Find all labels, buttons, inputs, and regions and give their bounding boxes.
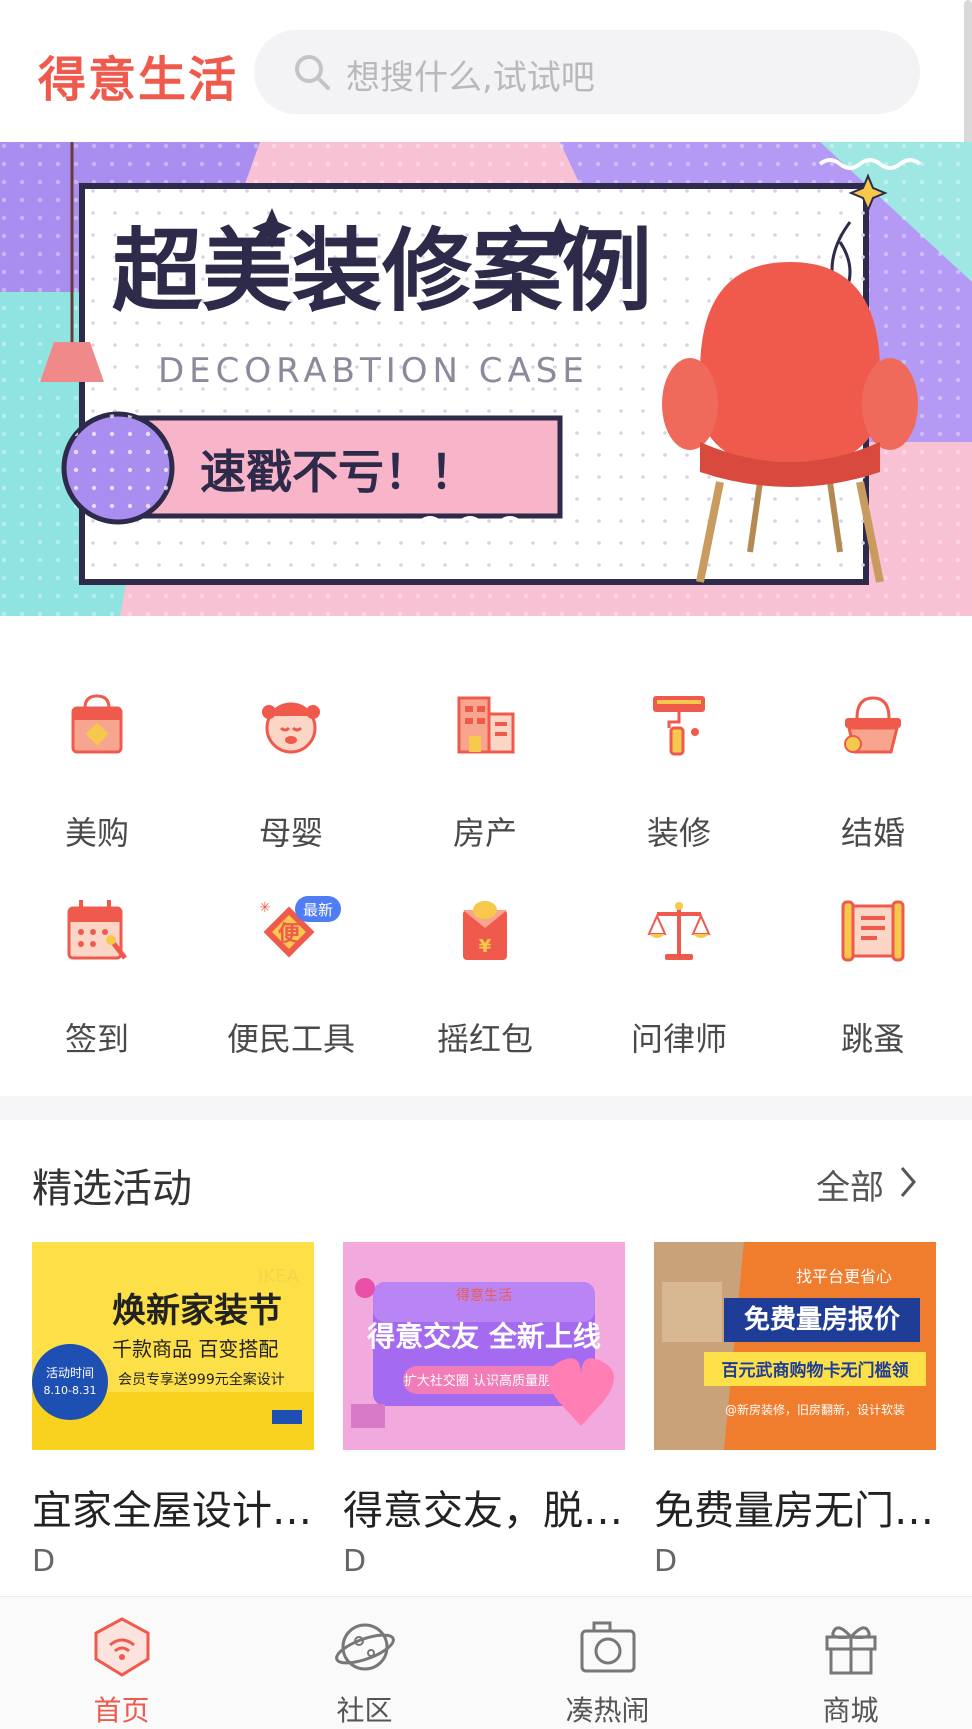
banner-subtitle: DECORABTION CASE	[158, 351, 589, 391]
activity-thumbnail: 活动时间 8.10-8.31 焕新家装节 千款商品 百变搭配 会员专享送999元…	[32, 1242, 314, 1450]
convenience-glyph: 便	[278, 922, 301, 947]
activity-title: 得意交友，脱…	[343, 1488, 623, 1534]
activity-sub: D	[654, 1544, 678, 1579]
tab-community[interactable]: 社区	[243, 1597, 486, 1729]
thumb-line2: 千款商品 百变搭配	[112, 1337, 278, 1361]
svg-text:8.10-8.31: 8.10-8.31	[44, 1384, 97, 1397]
envelope-glyph: ¥	[479, 936, 492, 957]
scales-icon	[647, 902, 711, 960]
category-yaohongbao[interactable]: ¥ 摇红包	[388, 866, 582, 1058]
tab-label: 首页	[93, 1694, 150, 1727]
app-logo[interactable]: 得意生活	[38, 40, 238, 110]
activity-sub: D	[32, 1544, 56, 1579]
category-label: 母婴	[258, 814, 323, 852]
search-placeholder: 想搜什么,试试吧	[346, 58, 595, 98]
activity-card[interactable]: 活动时间 8.10-8.31 焕新家装节 千款商品 百变搭配 会员专享送999元…	[32, 1242, 314, 1579]
thumb-line2: 百元武商购物卡无门槛领	[722, 1360, 909, 1381]
thumb-brand: IKEA	[258, 1266, 299, 1287]
banner-cta: 速戳不亏！！	[200, 445, 476, 499]
thumb-line2: 扩大社交圈 认识高质量朋友	[404, 1373, 564, 1389]
category-bianmin[interactable]: 便 最新 ✳ 便民工具	[194, 866, 388, 1058]
scroll-icon	[841, 900, 905, 962]
activity-thumbnail: 找平台更省心 免费量房报价 百元武商购物卡无门槛领 @新房装修，旧房翻新，设计软…	[654, 1242, 936, 1450]
activity-sub: D	[343, 1544, 367, 1579]
tab-mall[interactable]: 商城	[729, 1597, 972, 1729]
app-header: 得意生活 想搜什么,试试吧	[0, 0, 972, 140]
category-label: 装修	[646, 814, 711, 852]
search-bar[interactable]: 想搜什么,试试吧	[254, 30, 920, 114]
tab-buzz[interactable]: 凑热闹	[486, 1597, 729, 1729]
activity-thumbnail: 得意生活 得意交友 全新上线 扩大社交圈 认识高质量朋友	[343, 1242, 625, 1450]
bottom-tab-bar: 首页 社区 凑热闹 商城	[0, 1596, 972, 1729]
thumb-headline: 得意交友 全新上线	[366, 1320, 601, 1353]
category-label: 摇红包	[436, 1020, 533, 1058]
tab-label: 凑热闹	[565, 1694, 650, 1727]
category-label: 便民工具	[226, 1020, 355, 1058]
category-meigou[interactable]: 美购	[0, 660, 194, 852]
view-all-link[interactable]: 全部	[816, 1160, 884, 1209]
building-icon	[457, 696, 515, 754]
category-label: 美购	[64, 814, 129, 852]
category-jiehun[interactable]: 结婚	[776, 660, 970, 852]
category-zhuangxiu[interactable]: 装修	[582, 660, 776, 852]
camera-icon	[580, 1621, 636, 1673]
category-label: 跳蚤	[840, 1020, 905, 1058]
baby-icon	[262, 702, 320, 754]
thumb-line3: @新房装修，旧房翻新，设计软装	[725, 1402, 905, 1417]
thumb-headline: 免费量房报价	[744, 1304, 901, 1335]
svg-text:✳: ✳	[259, 900, 271, 916]
category-tiaozao[interactable]: 跳蚤	[776, 866, 970, 1058]
new-badge: 最新	[303, 901, 333, 919]
category-wenlvshi[interactable]: 问律师	[582, 866, 776, 1058]
category-muying[interactable]: 母婴	[194, 660, 388, 852]
convenience-icon: 便 最新 ✳	[259, 896, 341, 958]
thumb-line3: 会员专享送999元全案设计	[118, 1371, 285, 1388]
planet-icon	[335, 1623, 395, 1671]
red-envelope-icon: ¥	[463, 901, 507, 960]
promo-banner[interactable]: 超美装修案例 DECORABTION CASE 速戳不亏！！	[0, 142, 972, 616]
category-label: 房产	[452, 814, 517, 852]
svg-text:活动时间: 活动时间	[46, 1366, 94, 1380]
calendar-icon	[67, 900, 127, 960]
thumb-headline: 焕新家装节	[112, 1291, 282, 1331]
tab-home[interactable]: 首页	[0, 1597, 243, 1729]
activity-card[interactable]: 找平台更省心 免费量房报价 百元武商购物卡无门槛领 @新房装修，旧房翻新，设计软…	[654, 1242, 936, 1579]
section-title: 精选活动	[32, 1166, 192, 1212]
basket-icon	[844, 696, 901, 754]
gift-icon	[825, 1626, 877, 1675]
category-label: 结婚	[840, 814, 905, 852]
tab-label: 商城	[822, 1694, 879, 1727]
activity-card[interactable]: 得意生活 得意交友 全新上线 扩大社交圈 认识高质量朋友 得意交友，脱… D	[343, 1242, 625, 1579]
category-fangchan[interactable]: 房产	[388, 660, 582, 852]
activity-title: 免费量房无门…	[654, 1488, 934, 1534]
activity-title: 宜家全屋设计…	[32, 1488, 312, 1534]
paint-roller-icon	[653, 696, 705, 756]
chevron-right-icon[interactable]	[898, 1164, 918, 1200]
shopping-bag-icon	[71, 694, 123, 754]
category-qiandao[interactable]: 签到	[0, 866, 194, 1058]
section-divider	[0, 1096, 972, 1120]
category-label: 问律师	[630, 1020, 727, 1058]
category-label: 签到	[64, 1020, 129, 1058]
home-icon	[94, 1617, 150, 1677]
thumb-brand: 得意生活	[456, 1287, 512, 1304]
thumb-tag: 找平台更省心	[796, 1267, 892, 1286]
search-icon	[295, 55, 330, 90]
tab-label: 社区	[336, 1694, 393, 1727]
